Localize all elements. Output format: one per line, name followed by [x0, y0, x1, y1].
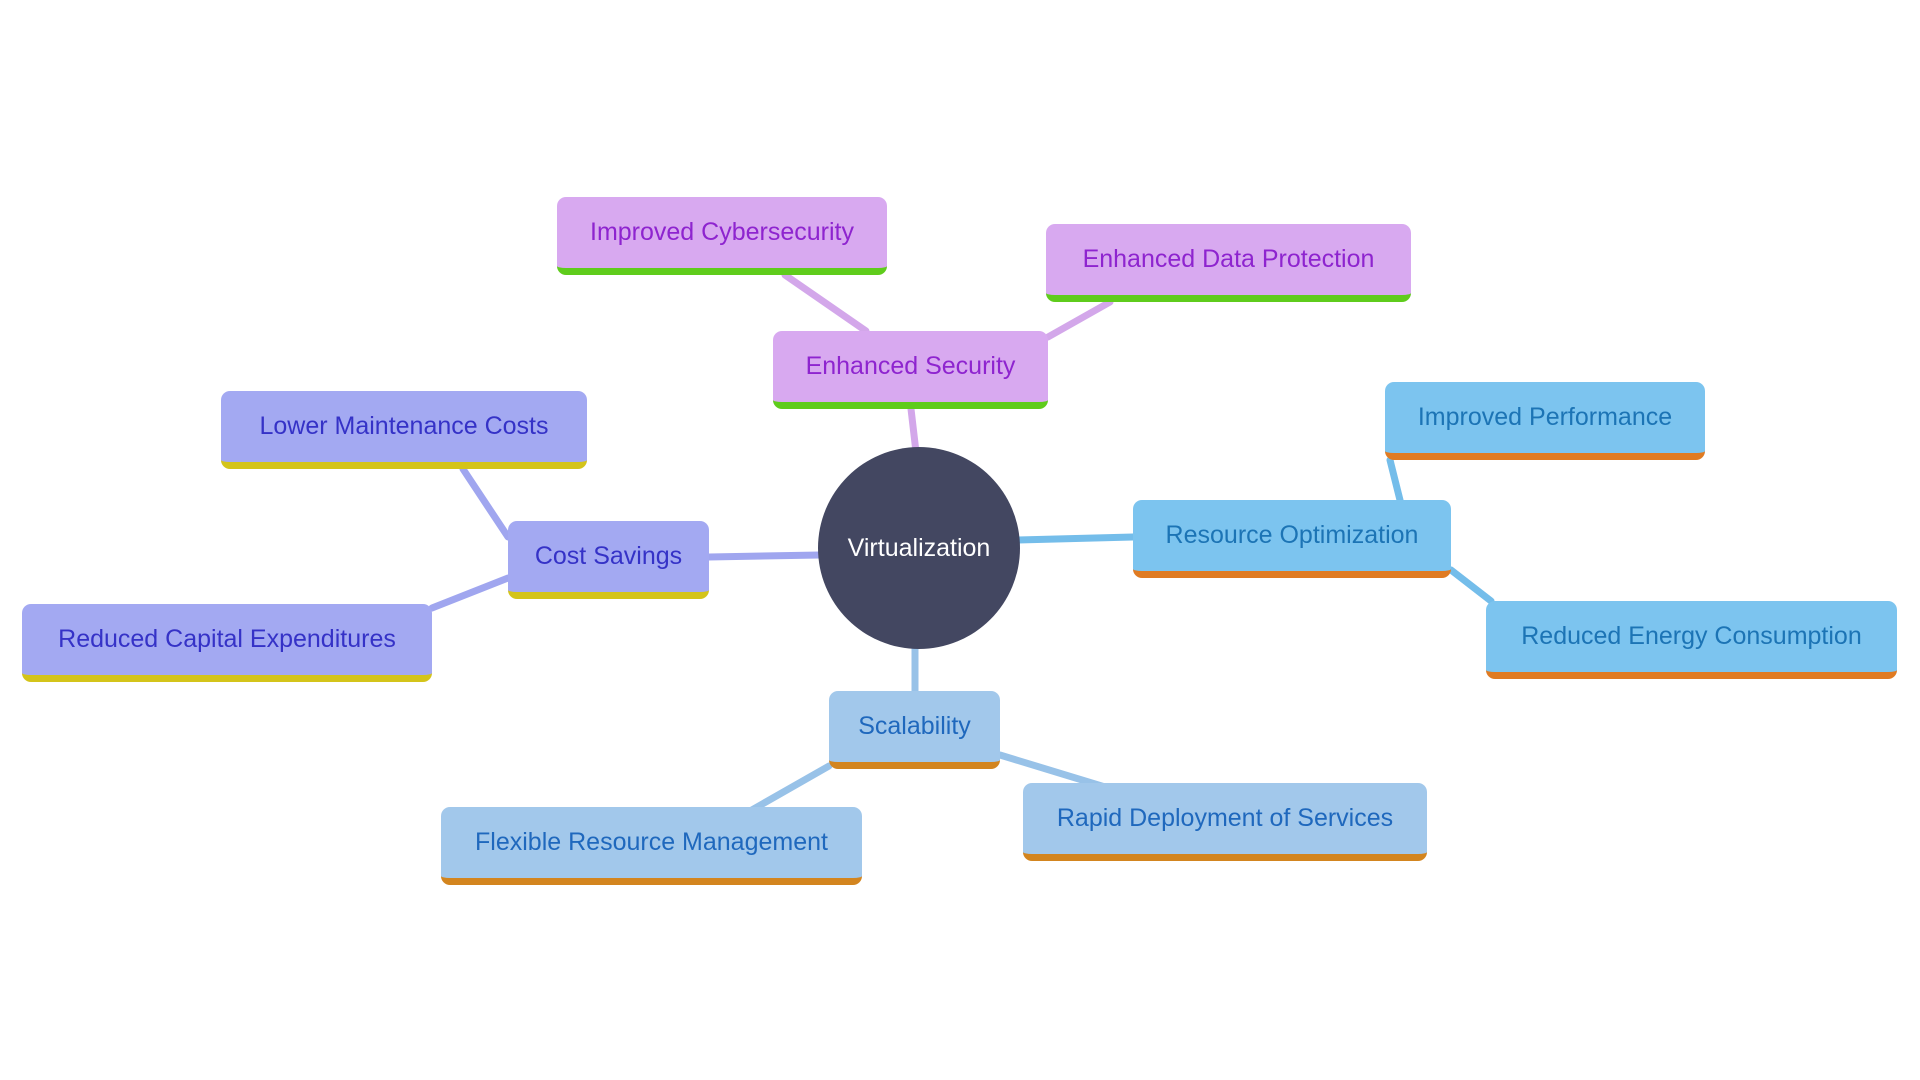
mindmap-edge	[907, 405, 920, 456]
mindmap-root-label: Virtualization	[847, 533, 991, 562]
mindmap-edge	[781, 271, 870, 335]
mindmap-node-reduced-energy-consumption[interactable]: Reduced Energy Consumption	[1486, 601, 1897, 679]
mindmap-node-label: Reduced Energy Consumption	[1521, 622, 1862, 650]
mindmap-node-label: Lower Maintenance Costs	[259, 412, 549, 440]
mindmap-node-enhanced-security[interactable]: Enhanced Security	[773, 331, 1048, 409]
mindmap-edge	[746, 762, 833, 815]
mindmap-node-lower-maintenance-costs[interactable]: Lower Maintenance Costs	[221, 391, 587, 469]
mindmap-node-label: Resource Optimization	[1165, 521, 1419, 549]
mindmap-node-label: Enhanced Data Protection	[1082, 245, 1375, 273]
mindmap-node-scalability[interactable]: Scalability	[829, 691, 1000, 769]
mindmap-edge	[428, 574, 512, 612]
mindmap-node-improved-performance[interactable]: Improved Performance	[1385, 382, 1705, 460]
mindmap-node-label: Improved Cybersecurity	[590, 218, 854, 246]
mindmap-node-label: Rapid Deployment of Services	[1056, 804, 1394, 832]
mindmap-node-label: Flexible Resource Management	[475, 828, 828, 856]
mindmap-edge	[1044, 298, 1114, 341]
mindmap-edge	[1447, 566, 1495, 605]
mindmap-canvas: Virtualization Improved Cybersecurity Enha…	[0, 0, 1920, 1080]
mindmap-node-label: Reduced Capital Expenditures	[58, 625, 396, 653]
mindmap-edge	[459, 465, 512, 541]
mindmap-node-cost-savings[interactable]: Cost Savings	[508, 521, 709, 599]
mindmap-node-flexible-resource-management[interactable]: Flexible Resource Management	[441, 807, 862, 885]
mindmap-node-improved-cybersecurity[interactable]: Improved Cybersecurity	[557, 197, 887, 275]
mindmap-node-label: Cost Savings	[534, 542, 683, 570]
mindmap-node-label: Improved Performance	[1417, 403, 1673, 431]
mindmap-edge	[1386, 456, 1404, 504]
mindmap-node-label: Enhanced Security	[805, 352, 1016, 380]
mindmap-node-resource-optimization[interactable]: Resource Optimization	[1133, 500, 1451, 578]
mindmap-node-label: Scalability	[858, 712, 971, 740]
mindmap-node-rapid-deployment-of-services[interactable]: Rapid Deployment of Services	[1023, 783, 1427, 861]
mindmap-edge	[705, 551, 824, 561]
mindmap-node-enhanced-data-protection[interactable]: Enhanced Data Protection	[1046, 224, 1411, 302]
mindmap-root-node[interactable]: Virtualization	[818, 447, 1020, 649]
mindmap-node-reduced-capital-expenditures[interactable]: Reduced Capital Expenditures	[22, 604, 432, 682]
mindmap-edge	[1014, 533, 1137, 544]
